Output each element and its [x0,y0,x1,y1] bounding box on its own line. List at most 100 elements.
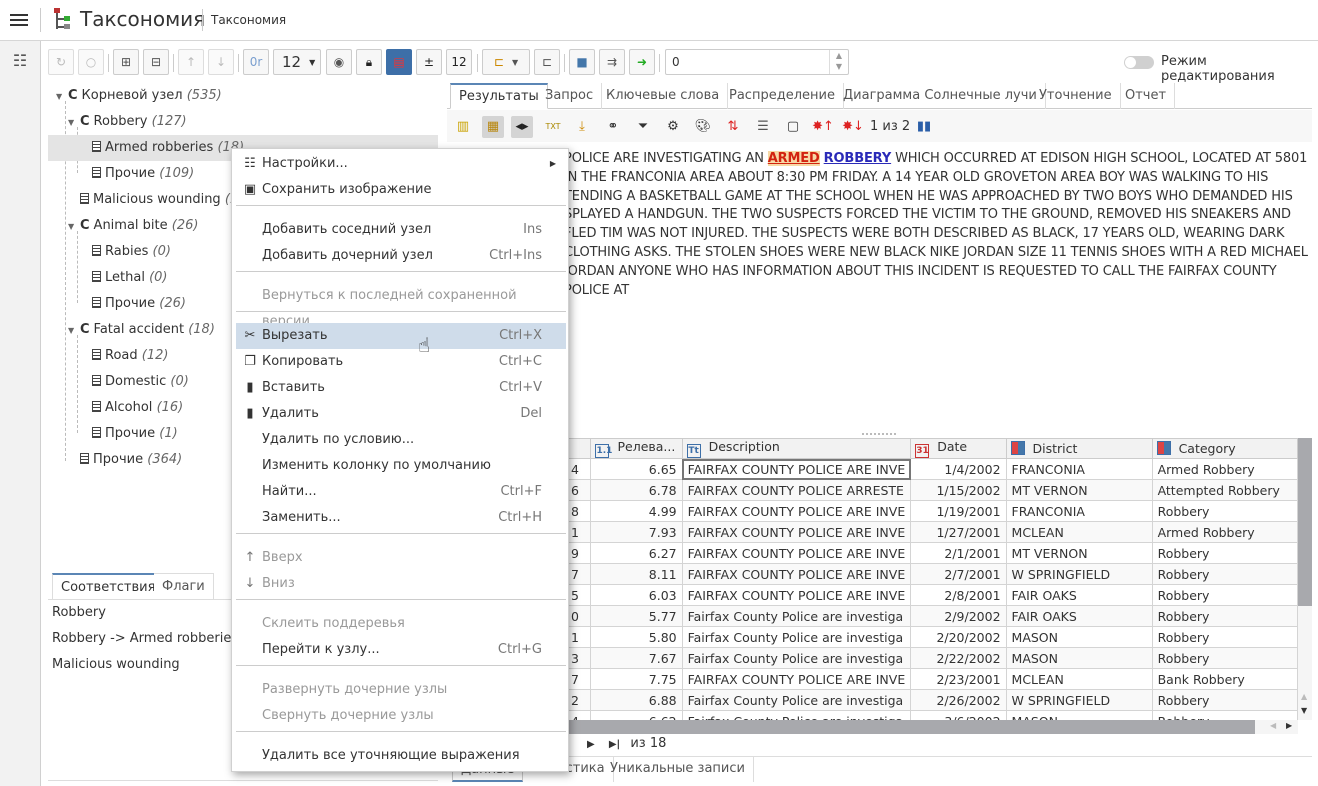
number-input[interactable]: 0 [665,49,849,75]
row-id-cell[interactable]: 7 [565,563,592,585]
next-page-icon[interactable]: ▶ [587,739,595,750]
date-cell[interactable]: 1/4/2002 [910,458,1007,480]
merge-button[interactable]: ■ [569,49,595,75]
next-hit-icon[interactable]: ✸↓ [842,116,864,138]
date-cell[interactable]: 1/15/2002 [910,479,1007,501]
relevance-cell[interactable]: 6.62 [590,710,683,720]
column-header-relevance[interactable]: 1.1 Релева... [590,438,683,459]
row-id-cell[interactable]: 4 [565,710,592,720]
scroll-up-icon[interactable]: ▲ [1301,692,1307,701]
menu-item[interactable]: Склеить поддеревья [236,611,566,637]
move-up-button[interactable]: ↑ [178,49,204,75]
keyword-highlight[interactable]: ROBBERY [824,151,892,166]
category-cell[interactable]: Robbery [1151,710,1298,720]
binoculars-icon[interactable]: ⚭ [602,116,624,138]
district-cell[interactable]: MT VERNON [1005,479,1153,501]
tab-keywords[interactable]: Ключевые слова [598,83,729,109]
tab-report[interactable]: Отчет [1117,83,1176,109]
relevance-cell[interactable]: 6.03 [590,584,683,606]
date-cell[interactable]: 2/26/2002 [910,689,1007,711]
relevance-cell[interactable]: 6.27 [590,542,683,564]
match-item[interactable]: Malicious wounding [52,657,180,672]
table-view-icon[interactable]: ▦ [482,116,504,138]
lock-button[interactable]: 🔒︎ [356,49,382,75]
vertical-scroll-thumb[interactable] [1298,438,1312,606]
columns-icon[interactable]: ▥ [452,116,474,138]
category-cell[interactable]: Robbery [1151,584,1298,606]
table-row[interactable]: 5 6.03 FAIRFAX COUNTY POLICE ARE INVE 2/8/2… [565,584,1298,606]
menu-item[interactable]: ☷ Настройки... ▶ [236,151,566,177]
relevance-cell[interactable]: 7.93 [590,521,683,543]
menu-item[interactable]: Изменить колонку по умолчанию [236,453,566,479]
date-cell[interactable]: 2/20/2002 [910,626,1007,648]
menu-item[interactable]: Перейти к узлу... Ctrl+G [236,637,566,663]
match-item[interactable]: Robbery -> Armed robberies [52,631,238,646]
description-cell[interactable]: FAIRFAX COUNTY POLICE ARRESTE [681,479,912,501]
table-row[interactable]: 46.62Fairfax County Police are investiga… [565,710,1298,720]
menu-item[interactable]: ▮ Вставить Ctrl+V [236,375,566,401]
save-taxonomy-button[interactable]: ⊏ [534,49,560,75]
export-document-button[interactable]: ➜ [629,49,655,75]
description-cell[interactable]: FAIRFAX COUNTY POLICE ARE INVE [681,668,912,690]
table-row[interactable]: 7 7.75 FAIRFAX COUNTY POLICE ARE INVE 2/23/… [565,668,1298,690]
note-icon[interactable]: ▢ [782,116,804,138]
date-cell[interactable]: 2/7/2001 [910,563,1007,585]
table-row[interactable]: 8 4.99 FAIRFAX COUNTY POLICE ARE INVE 1/19/… [565,500,1298,522]
expand-triangle-icon[interactable]: ▼ [56,84,68,110]
category-cell[interactable]: Robbery [1151,626,1298,648]
list-icon[interactable]: ☰ [752,116,774,138]
menu-item[interactable]: ↓ Вниз [236,571,566,597]
tree-collapse-button[interactable]: ⊟ [143,49,169,75]
description-cell[interactable]: FAIRFAX COUNTY POLICE ARE INVE [681,458,912,480]
menu-item[interactable]: ↑ Вверх [236,545,566,571]
text-icon[interactable]: TXT [542,116,564,138]
relevance-cell[interactable]: 8.11 [590,563,683,585]
table-row[interactable]: 4 6.65 FAIRFAX COUNTY POLICE ARE INVE 1/4/2… [565,458,1298,480]
keyword-highlight[interactable]: ARMED [767,151,820,166]
description-cell[interactable]: Fairfax County Police are investiga [681,689,912,711]
chart-icon[interactable]: ▮▮ [913,116,935,138]
date-cell[interactable]: 1/19/2001 [910,500,1007,522]
menu-item[interactable]: Развернуть дочерние узлы [236,677,566,703]
relevance-cell[interactable]: 5.80 [590,626,683,648]
breadcrumb[interactable]: Таксономия [211,13,286,27]
district-cell[interactable]: MASON [1005,626,1153,648]
tree-expand-button[interactable]: ⊞ [113,49,139,75]
table-row[interactable]: 1 7.93 FAIRFAX COUNTY POLICE ARE INVE 1/27/… [565,521,1298,543]
district-cell[interactable]: FRANCONIA [1005,500,1153,522]
category-cell[interactable]: Attempted Robbery [1151,479,1298,501]
column-header-date[interactable]: 31 Date [910,438,1007,459]
menu-item[interactable]: Заменить... Ctrl+H [236,505,566,531]
number-spinner[interactable]: ▲ ▼ [829,50,848,74]
table-row[interactable]: 9 6.27 FAIRFAX COUNTY POLICE ARE INVE 2/1/2… [565,542,1298,564]
description-cell[interactable]: Fairfax County Police are investiga [681,605,912,627]
splitter-handle[interactable] [862,433,896,436]
date-cell[interactable]: 1/27/2001 [910,521,1007,543]
description-cell[interactable]: Fairfax County Police are investiga [681,647,912,669]
menu-item[interactable]: ▮ Удалить Del [236,401,566,427]
table-row[interactable]: 3 7.67 Fairfax County Police are investiga… [565,647,1298,669]
row-id-cell[interactable]: 3 [565,647,592,669]
row-id-cell[interactable]: 5 [565,584,592,606]
description-cell[interactable]: FAIRFAX COUNTY POLICE ARE INVE [681,584,912,606]
table-row[interactable]: 2 6.88 Fairfax County Police are investiga… [565,689,1298,711]
relevance-cell[interactable]: 7.75 [590,668,683,690]
menu-item[interactable]: Вернуться к последней сохраненной версии [236,283,566,329]
description-cell[interactable]: FAIRFAX COUNTY POLICE ARE INVE [681,563,912,585]
category-cell[interactable]: Robbery [1151,647,1298,669]
row-id-cell[interactable]: 9 [565,542,592,564]
scroll-left-icon[interactable]: ◀ [1270,721,1276,730]
category-cell[interactable]: Bank Robbery [1151,668,1298,690]
row-id-cell[interactable]: 2 [565,689,592,711]
menu-item[interactable]: Найти... Ctrl+F [236,479,566,505]
column-header-id[interactable] [565,438,592,459]
category-cell[interactable]: Armed Robbery [1151,521,1298,543]
tab-matches[interactable]: Соответствия [52,573,165,599]
district-cell[interactable]: MCLEAN [1005,668,1153,690]
district-cell[interactable]: W SPRINGFIELD [1005,689,1153,711]
or-button[interactable]: 0r [243,49,269,75]
tab-flags[interactable]: Флаги [154,573,214,599]
category-cell[interactable]: Robbery [1151,542,1298,564]
relevance-cell[interactable]: 5.77 [590,605,683,627]
hamburger-menu-icon[interactable] [10,11,28,29]
